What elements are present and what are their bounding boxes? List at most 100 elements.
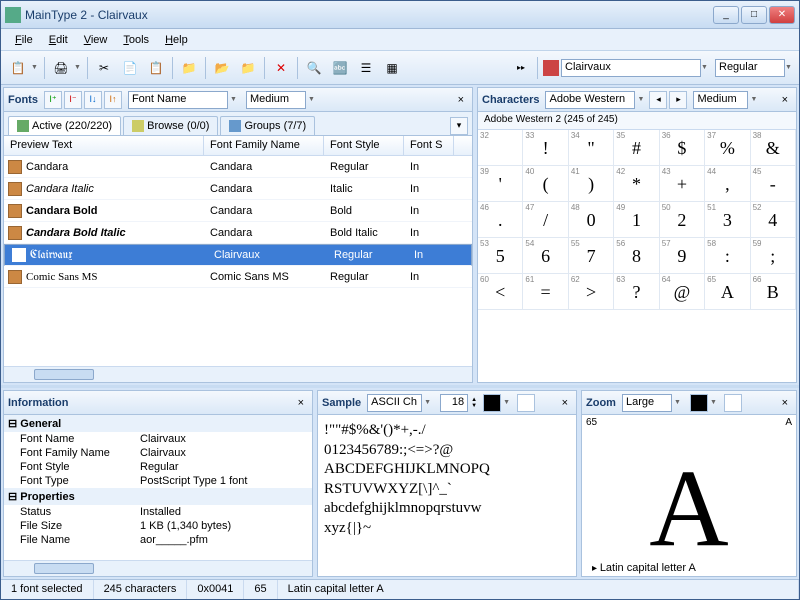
char-icon[interactable]: 🔤 [328,56,352,80]
menu-file[interactable]: File [9,32,39,48]
dropdown-icon[interactable]: ▼ [701,64,711,71]
panel-close-icon[interactable]: × [778,94,792,106]
scrollbar[interactable] [4,560,312,576]
panel-close-icon[interactable]: × [294,397,308,409]
char-cell[interactable]: 535 [478,238,523,274]
folder-icon[interactable]: 📁 [177,56,201,80]
char-cell[interactable]: 44, [705,166,750,202]
charset-select[interactable]: ASCII Ch [367,394,422,412]
encoding-select[interactable]: Adobe Western [545,91,635,109]
char-cell[interactable]: 45- [751,166,796,202]
char-cell[interactable]: 37% [705,130,750,166]
char-cell[interactable]: 65A [705,274,750,310]
unload-icon[interactable]: I↑ [104,91,122,109]
char-cell[interactable]: 513 [705,202,750,238]
char-cell[interactable]: 42* [614,166,659,202]
char-cell[interactable]: 36$ [660,130,705,166]
tab-menu-icon[interactable]: ▾ [450,117,468,135]
char-cell[interactable]: 568 [614,238,659,274]
table-row[interactable]: Comic Sans MSComic Sans MSRegularIn [4,266,472,288]
font-name-select[interactable]: Clairvaux [561,59,701,77]
char-cell[interactable]: 64@ [660,274,705,310]
char-cell[interactable]: 39' [478,166,523,202]
char-cell[interactable]: 43+ [660,166,705,202]
size-select[interactable]: Medium [246,91,306,109]
char-cell[interactable]: 491 [614,202,659,238]
info-group[interactable]: ⊟ Properties [4,488,312,505]
minimize-button[interactable]: _ [713,6,739,24]
table-row[interactable]: ClairvauxClairvauxRegularIn [4,244,472,266]
sample-size[interactable]: 18 [440,394,468,412]
char-cell[interactable]: 38& [751,130,796,166]
copy-icon[interactable]: 📄 [118,56,142,80]
char-cell[interactable]: 58: [705,238,750,274]
char-size-select[interactable]: Medium [693,91,748,109]
char-cell[interactable]: 61= [523,274,568,310]
menu-help[interactable]: Help [159,32,194,48]
char-cell[interactable]: 524 [751,202,796,238]
char-cell[interactable]: 33! [523,130,568,166]
panel-close-icon[interactable]: × [454,94,468,106]
char-cell[interactable]: 557 [569,238,614,274]
load-icon[interactable]: I↓ [84,91,102,109]
bgcolor-icon[interactable] [724,394,742,412]
zoom-size-select[interactable]: Large [622,394,672,412]
char-grid[interactable]: 3233!34"35#36$37%38&39'40(41)42*43+44,45… [478,130,796,382]
tab-browse[interactable]: Browse (0/0) [123,116,218,135]
info-row: StatusInstalled [4,505,312,519]
char-cell[interactable]: 60< [478,274,523,310]
list-icon[interactable]: ☰ [354,56,378,80]
table-row[interactable]: Candara ItalicCandaraItalicIn [4,178,472,200]
paste-icon[interactable]: 📋 [144,56,168,80]
panel-close-icon[interactable]: × [558,397,572,409]
char-cell[interactable]: 35# [614,130,659,166]
table-row[interactable]: Candara Bold ItalicCandaraBold ItalicIn [4,222,472,244]
char-cell[interactable]: 41) [569,166,614,202]
color-icon[interactable] [690,394,708,412]
new-icon[interactable]: 📋 [6,56,30,80]
uninstall-icon[interactable]: I⁻ [64,91,82,109]
table-row[interactable]: Candara BoldCandaraBoldIn [4,200,472,222]
dropdown-icon[interactable]: ▼ [785,64,795,71]
next-icon[interactable]: ▸ [669,91,687,109]
char-cell[interactable]: 66B [751,274,796,310]
menu-view[interactable]: View [78,32,114,48]
table-row[interactable]: CandaraCandaraRegularIn [4,156,472,178]
char-cell[interactable]: 546 [523,238,568,274]
char-cell[interactable]: 46. [478,202,523,238]
overflow-icon[interactable]: ▸▸ [509,56,533,80]
char-cell[interactable]: 59; [751,238,796,274]
tab-active[interactable]: Active (220/220) [8,116,121,135]
bgcolor-icon[interactable] [517,394,535,412]
menu-tools[interactable]: Tools [117,32,155,48]
char-cell[interactable]: 502 [660,202,705,238]
cut-icon[interactable]: ✂ [92,56,116,80]
char-cell[interactable]: 62> [569,274,614,310]
find-icon[interactable]: 🔍 [302,56,326,80]
panel-close-icon[interactable]: × [778,397,792,409]
grid-icon[interactable]: ▦ [380,56,404,80]
menu-edit[interactable]: Edit [43,32,74,48]
tab-groups[interactable]: Groups (7/7) [220,116,315,135]
close-button[interactable]: ✕ [769,6,795,24]
char-cell[interactable]: 32 [478,130,523,166]
maximize-button[interactable]: □ [741,6,767,24]
font-list[interactable]: CandaraCandaraRegularInCandara ItalicCan… [4,156,472,366]
sort-select[interactable]: Font Name [128,91,228,109]
char-cell[interactable]: 47/ [523,202,568,238]
info-group[interactable]: ⊟ General [4,415,312,432]
print-icon[interactable]: 🖨 [49,56,73,80]
char-cell[interactable]: 63? [614,274,659,310]
save-icon[interactable]: 📁 [236,56,260,80]
prev-icon[interactable]: ◂ [649,91,667,109]
color-icon[interactable] [483,394,501,412]
char-cell[interactable]: 480 [569,202,614,238]
delete-icon[interactable]: ✕ [269,56,293,80]
open-icon[interactable]: 📂 [210,56,234,80]
font-style-select[interactable]: Regular [715,59,785,77]
char-cell[interactable]: 40( [523,166,568,202]
char-cell[interactable]: 34" [569,130,614,166]
char-cell[interactable]: 579 [660,238,705,274]
scrollbar[interactable] [4,366,472,382]
install-icon[interactable]: I⁺ [44,91,62,109]
